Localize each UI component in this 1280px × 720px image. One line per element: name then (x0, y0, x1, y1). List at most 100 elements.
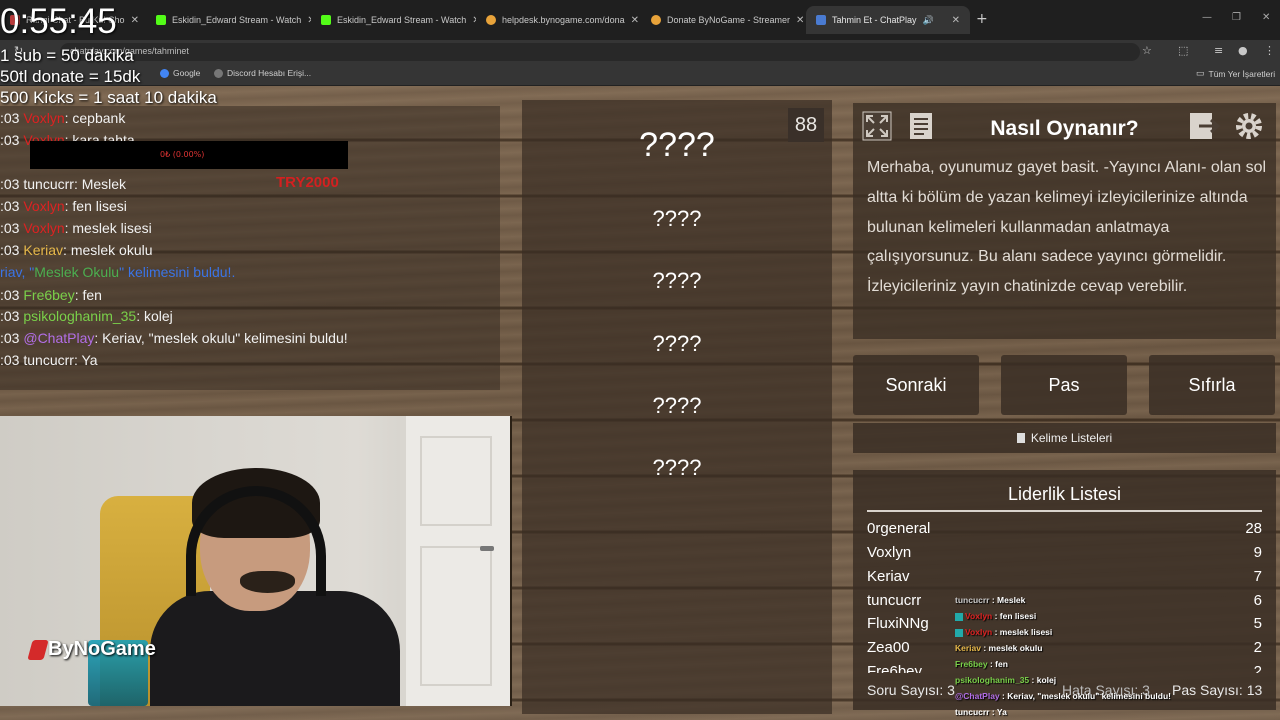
browser-tab-active[interactable]: Tahmin Et - ChatPlay 🔊 ✕ (806, 6, 970, 34)
rule-text: 500 Kicks = 1 saat 10 dakika (0, 88, 217, 107)
chat-username: tuncucrr (23, 352, 74, 368)
chat-message: :03 Fre6bey: fen (0, 287, 102, 303)
word-lists-label: Kelime Listeleri (1030, 431, 1113, 445)
all-bookmarks[interactable]: ▭ Tüm Yer İşaretleri (1196, 68, 1275, 79)
chat-username: Voxlyn (23, 110, 65, 126)
chat-username: Voxlyn (965, 611, 993, 621)
hidden-word: ???? (652, 206, 702, 231)
chat-message: :03 Voxlyn: meslek lisesi (0, 220, 152, 236)
menu-icon[interactable]: ⋮ (1264, 44, 1275, 57)
leaderboard-row: Keriav 7 (867, 568, 1262, 590)
player-score: 9 (1253, 544, 1262, 561)
brand-text: ByNoGame (48, 638, 156, 660)
player-score: 5 (1253, 615, 1262, 632)
leaderboard-row: 0rgeneral 28 (867, 520, 1262, 542)
exit-icon-svg (1190, 113, 1221, 139)
donation-amount: TRY2000 (276, 174, 339, 191)
player-name: tuncucrr (867, 592, 922, 609)
player-name: 0rgeneral (867, 520, 931, 537)
leaderboard-row: Zea00 2 (867, 639, 1262, 661)
chat-text: : kolej (1029, 675, 1057, 685)
chat-username: psikologhanim_35 (955, 675, 1030, 685)
badge-icon (955, 628, 963, 637)
bookmark-star-icon[interactable]: ☆ (1142, 44, 1152, 57)
settings-gear-icon[interactable] (1232, 109, 1266, 143)
minimize-icon[interactable]: — (1202, 12, 1212, 23)
next-button[interactable]: Sonraki (853, 355, 979, 415)
stream-timer: 0:55:45 (0, 2, 117, 41)
leaderboard-row: tuncucrr 6 (867, 592, 1262, 614)
close-icon[interactable]: ✕ (631, 15, 639, 26)
bookmark-discord[interactable]: Discord Hesabı Erişi... (214, 68, 311, 78)
chat-message: :03 Voxlyn: cepbank (0, 110, 125, 126)
chat-username: Keriav (23, 242, 64, 258)
leaderboard-panel (853, 470, 1276, 710)
chat-time: :03 (0, 330, 24, 346)
mini-chat-message: Keriav : meslek okulu (955, 643, 1042, 653)
reset-button[interactable]: Sıfırla (1149, 355, 1275, 415)
chat-username: tuncucrr (23, 176, 74, 192)
bynogame-favicon-icon (651, 15, 661, 25)
leaderboard-divider (867, 510, 1262, 512)
browser-tab-bar: Rangi Chat - Bu Kul Cho ✕ Eskidin_Edward… (0, 0, 1280, 40)
google-icon (160, 68, 169, 78)
chat-username: riav, " (0, 264, 35, 280)
chat-username: @ChatPlay (23, 330, 95, 346)
window-close-icon[interactable]: ✕ (1262, 12, 1270, 23)
browser-tab[interactable]: Donate ByNoGame - Streamer ✕ (641, 8, 806, 32)
chat-text: : fen (74, 287, 102, 303)
bookmark-label: Google (173, 68, 201, 78)
leaderboard-title: Liderlik Listesi (1007, 484, 1122, 504)
door (400, 416, 510, 706)
chat-text: : meslek okulu (981, 643, 1043, 653)
donation-bar-text: 0₺ (0.00%) (160, 150, 205, 159)
mini-chat-message: @ChatPlay : Keriav, "meslek okulu" kelim… (955, 691, 1171, 701)
player-name: Keriav (867, 568, 910, 585)
chat-username: Voxlyn (23, 220, 65, 236)
chat-time: :03 (0, 176, 24, 192)
new-tab-icon[interactable]: + (976, 11, 988, 27)
webcam-feed (0, 416, 512, 706)
extensions-icon[interactable]: ⬚ (1178, 44, 1188, 57)
folder-icon: ▭ (1196, 68, 1205, 78)
tab-label: Donate ByNoGame - Streamer (667, 15, 791, 25)
tab-label: Tahmin Et - ChatPlay (832, 15, 917, 25)
chat-text: : meslek lisesi (992, 627, 1053, 637)
chat-time: :03 (0, 198, 24, 214)
rule-text: 50tl donate = 15dk (0, 67, 141, 86)
gear-icon-svg (1236, 113, 1262, 139)
player-name: Fre6bey (867, 663, 923, 673)
chat-text: : Meslek (989, 595, 1026, 605)
leaderboard-row: Voxlyn 9 (867, 544, 1262, 566)
browser-tab[interactable]: helpdesk.bynogame.com/dona ✕ (476, 8, 641, 32)
chat-username: Fre6bey (955, 659, 988, 669)
close-icon[interactable]: ✕ (796, 15, 804, 26)
speaker-icon[interactable]: 🔊 (923, 15, 934, 26)
rule-text: 1 sub = 50 dakika (0, 46, 134, 65)
word-lists-button[interactable]: Kelime Listeleri (853, 423, 1276, 453)
exit-icon[interactable] (1188, 109, 1222, 143)
chat-message: riav, "Meslek Okulu" kelimesini buldu!. (0, 264, 235, 280)
pass-button[interactable]: Pas (1001, 355, 1127, 415)
chat-text: : meslek lisesi (64, 220, 152, 236)
chat-message: :03 @ChatPlay: Keriav, "meslek okulu" ke… (0, 330, 348, 346)
close-icon[interactable]: ✕ (131, 15, 139, 26)
media-icon[interactable]: ≡ (1214, 44, 1223, 57)
profile-icon[interactable]: ● (1238, 44, 1248, 57)
maximize-icon[interactable]: ❐ (1232, 12, 1241, 23)
streamer (150, 468, 400, 706)
url-field[interactable]: chatplay.com/games/tahminet (60, 43, 1140, 61)
chat-text: : meslek okulu (63, 242, 153, 258)
bynogame-logo: ByNoGame (27, 638, 156, 661)
bookmark-google[interactable]: Google (160, 68, 200, 78)
chat-text: : Ya (989, 707, 1007, 717)
question-count: Soru Sayısı: 3 (867, 682, 955, 698)
chat-text: : kolej (136, 308, 173, 324)
close-icon[interactable]: ✕ (952, 15, 960, 26)
chat-text: : Keriav, "meslek okulu" kelimesini buld… (999, 691, 1172, 701)
chat-time: :03 (0, 242, 24, 258)
hidden-word: ???? (652, 455, 702, 480)
door-panel (420, 546, 492, 686)
browser-tab[interactable]: Eskidin_Edward Stream - Watch ✕ (311, 8, 476, 32)
browser-tab[interactable]: Eskidin_Edward Stream - Watch ✕ (146, 8, 311, 32)
